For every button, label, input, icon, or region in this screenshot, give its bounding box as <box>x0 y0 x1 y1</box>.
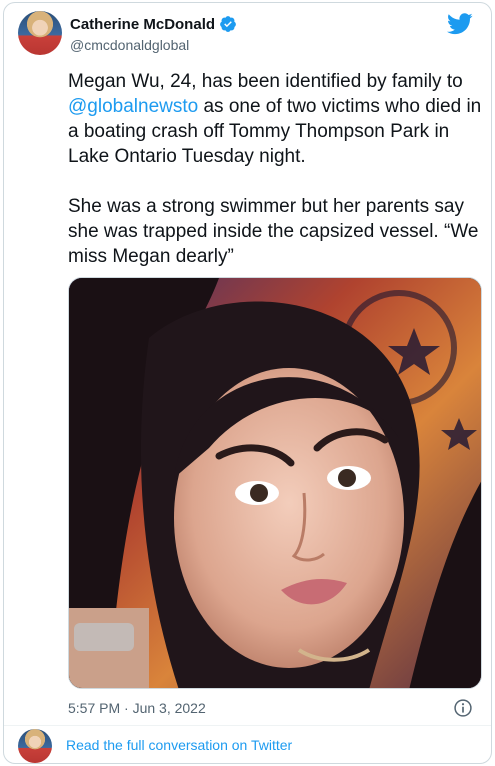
tweet-card: Catherine McDonald @cmcdonaldglobal Mega… <box>3 2 492 764</box>
tweet-text-part-1: Megan Wu, 24, has been identified by fam… <box>68 71 463 92</box>
author-display-name[interactable]: Catherine McDonald <box>70 16 215 33</box>
footer-avatar[interactable] <box>18 729 52 763</box>
author-handle[interactable]: @cmcdonaldglobal <box>70 37 189 53</box>
read-conversation-link[interactable]: Read the full conversation on Twitter <box>66 737 292 753</box>
tweet-text-part-2: as one of two victims who died in a boat… <box>68 96 482 267</box>
tweet-timestamp[interactable]: 5:57 PM · Jun 3, 2022 <box>68 700 206 716</box>
portrait-photo-illustration <box>69 278 481 688</box>
footer-divider <box>4 725 491 726</box>
author-name-row[interactable]: Catherine McDonald <box>70 15 237 33</box>
verified-badge-icon <box>220 16 236 32</box>
mention-link[interactable]: @globalnewsto <box>68 96 198 117</box>
tweet-photo[interactable] <box>68 277 482 689</box>
twitter-bird-icon[interactable] <box>447 13 473 35</box>
author-avatar[interactable] <box>18 11 62 55</box>
info-icon[interactable] <box>453 698 473 718</box>
tweet-text: Megan Wu, 24, has been identified by fam… <box>68 69 486 269</box>
